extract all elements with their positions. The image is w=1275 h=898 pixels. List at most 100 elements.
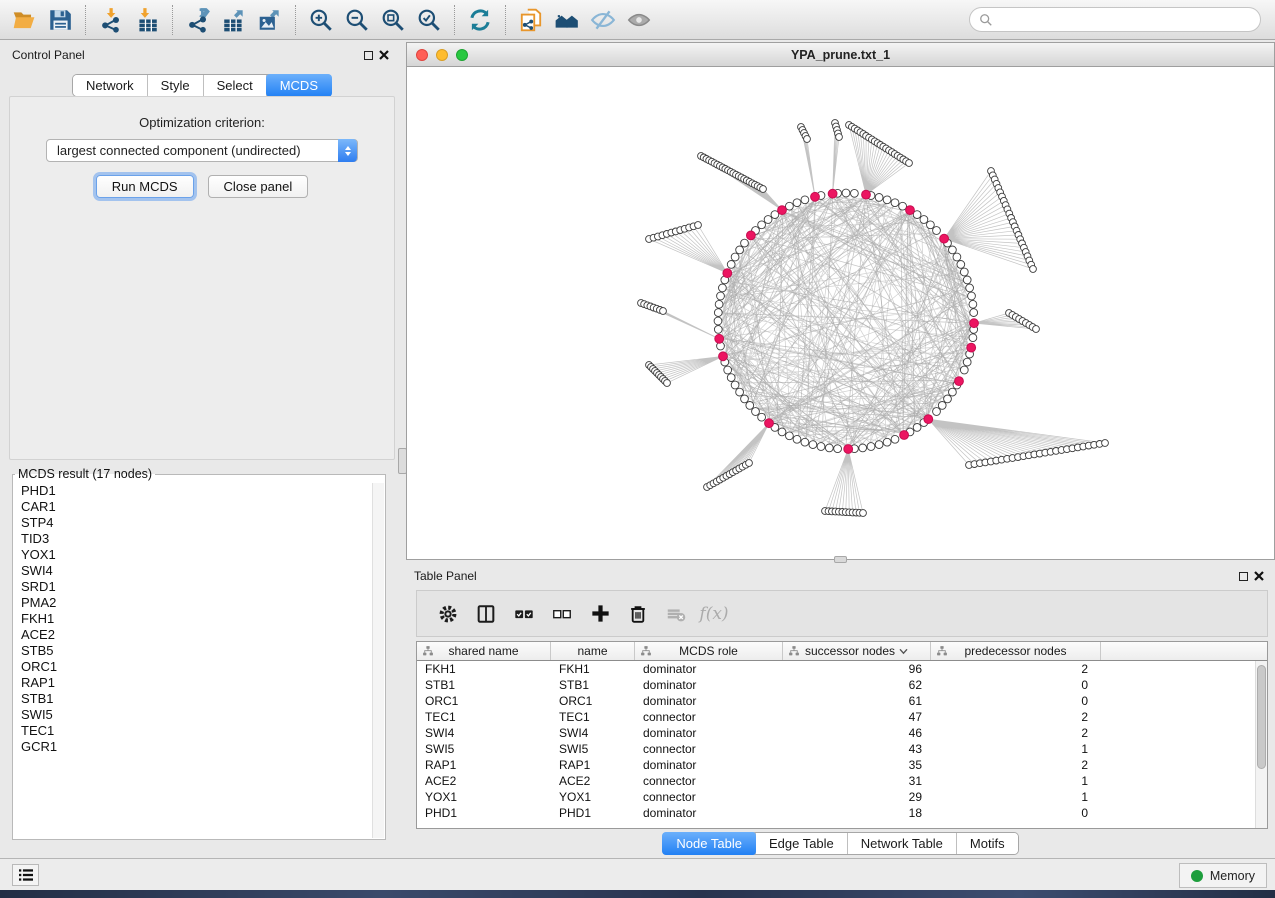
tab-mcds[interactable]: MCDS	[266, 74, 332, 97]
first-neighbors-button[interactable]	[549, 4, 585, 36]
mcds-result-item[interactable]: ORC1	[14, 659, 372, 675]
float-window-icon[interactable]	[360, 47, 376, 63]
table-row[interactable]: TEC1TEC1connector472	[417, 709, 1267, 725]
select-all-icon[interactable]	[507, 597, 541, 631]
float-window-icon[interactable]	[1235, 568, 1251, 584]
tab-select[interactable]: Select	[204, 75, 267, 96]
mcds-result-item[interactable]: STP4	[14, 515, 372, 531]
close-panel-button[interactable]: Close panel	[208, 175, 309, 198]
deselect-all-icon[interactable]	[545, 597, 579, 631]
mcds-result-item[interactable]: RAP1	[14, 675, 372, 691]
memory-status-icon	[1191, 870, 1203, 882]
network-graph[interactable]	[407, 67, 1274, 559]
close-window-icon[interactable]	[1251, 568, 1267, 584]
table-cell: ORC1	[551, 693, 635, 709]
mcds-result-item[interactable]: FKH1	[14, 611, 372, 627]
mcds-result-item[interactable]: PMA2	[14, 595, 372, 611]
select-stepper-icon	[338, 139, 357, 162]
show-columns-icon[interactable]	[469, 597, 503, 631]
criterion-select[interactable]: largest connected component (undirected)	[46, 139, 358, 162]
duplicate-network-button[interactable]	[513, 4, 549, 36]
run-mcds-button[interactable]: Run MCDS	[96, 175, 194, 198]
add-icon[interactable]	[583, 597, 617, 631]
mcds-result-item[interactable]: TEC1	[14, 723, 372, 739]
show-all-button[interactable]	[621, 4, 657, 36]
mcds-tab-content: Optimization criterion: largest connecte…	[9, 96, 395, 460]
search-field[interactable]	[969, 7, 1261, 32]
tab-node-table[interactable]: Node Table	[662, 832, 757, 855]
table-panel-tabs: Node Table Edge Table Network Table Moti…	[662, 832, 1018, 855]
tab-network[interactable]: Network	[73, 75, 148, 96]
mcds-result-item[interactable]: PHD1	[14, 483, 372, 499]
mcds-result-item[interactable]: STB5	[14, 643, 372, 659]
scrollbar-thumb[interactable]	[1257, 665, 1266, 769]
table-scrollbar[interactable]	[1255, 661, 1267, 828]
table-cell: ORC1	[417, 693, 551, 709]
function-builder-icon[interactable]: f(x)	[697, 597, 731, 631]
tab-style[interactable]: Style	[148, 75, 204, 96]
save-session-button[interactable]	[42, 4, 78, 36]
hierarchy-icon	[788, 645, 800, 657]
table-cell: dominator	[635, 725, 783, 741]
delete-table-icon[interactable]	[659, 597, 693, 631]
result-list-scrollbar[interactable]	[372, 483, 384, 838]
task-history-button[interactable]	[12, 864, 39, 886]
mcds-result-item[interactable]: SWI4	[14, 563, 372, 579]
mcds-result-item[interactable]: SWI5	[14, 707, 372, 723]
table-row[interactable]: ACE2ACE2connector311	[417, 773, 1267, 789]
column-header-name[interactable]: name	[551, 642, 635, 660]
export-image-button[interactable]	[252, 4, 288, 36]
column-header-predecessor-nodes[interactable]: predecessor nodes	[931, 642, 1101, 660]
table-panel-header: Table Panel	[406, 565, 1275, 587]
tab-edge-table[interactable]: Edge Table	[756, 833, 848, 854]
table-row[interactable]: RAP1RAP1dominator352	[417, 757, 1267, 773]
open-file-button[interactable]	[6, 4, 42, 36]
table-row[interactable]: STB1STB1dominator620	[417, 677, 1267, 693]
hide-selected-button[interactable]	[585, 4, 621, 36]
tab-motifs[interactable]: Motifs	[957, 833, 1018, 854]
column-header-successor-nodes[interactable]: successor nodes	[783, 642, 931, 660]
export-table-button[interactable]	[216, 4, 252, 36]
column-header-mcds-role[interactable]: MCDS role	[635, 642, 783, 660]
mcds-result-item[interactable]: SRD1	[14, 579, 372, 595]
import-network-button[interactable]	[93, 4, 129, 36]
tab-network-table[interactable]: Network Table	[848, 833, 957, 854]
search-input[interactable]	[999, 13, 1251, 27]
table-cell: dominator	[635, 757, 783, 773]
import-table-button[interactable]	[129, 4, 165, 36]
control-panel-title: Control Panel	[12, 48, 85, 62]
export-network-button[interactable]	[180, 4, 216, 36]
horizontal-splitter-handle[interactable]	[834, 556, 847, 563]
mcds-result-item[interactable]: GCR1	[14, 739, 372, 755]
mcds-result-item[interactable]: YOX1	[14, 547, 372, 563]
settings-gear-icon[interactable]	[431, 597, 465, 631]
table-row[interactable]: SWI5SWI5connector431	[417, 741, 1267, 757]
mcds-result-item[interactable]: TID3	[14, 531, 372, 547]
table-cell: TEC1	[551, 709, 635, 725]
close-window-icon[interactable]	[376, 47, 392, 63]
refresh-button[interactable]	[462, 4, 498, 36]
zoom-selected-button[interactable]	[411, 4, 447, 36]
table-row[interactable]: PHD1PHD1dominator180	[417, 805, 1267, 821]
zoom-fit-button[interactable]	[375, 4, 411, 36]
table-row[interactable]: FKH1FKH1dominator962	[417, 661, 1267, 677]
table-cell: STB1	[551, 677, 635, 693]
table-cell: dominator	[635, 805, 783, 821]
table-cell: RAP1	[551, 757, 635, 773]
delete-icon[interactable]	[621, 597, 655, 631]
mcds-result-item[interactable]: STB1	[14, 691, 372, 707]
toolbar-separator	[505, 5, 506, 35]
memory-button[interactable]: Memory	[1179, 863, 1267, 888]
mcds-result-item[interactable]: CAR1	[14, 499, 372, 515]
mcds-result-box: MCDS result (17 nodes) PHD1CAR1STP4TID3Y…	[12, 467, 386, 840]
table-row[interactable]: YOX1YOX1connector291	[417, 789, 1267, 805]
network-window-titlebar[interactable]: YPA_prune.txt_1	[407, 43, 1274, 67]
table-row[interactable]: ORC1ORC1dominator610	[417, 693, 1267, 709]
table-cell: SWI5	[417, 741, 551, 757]
zoom-out-button[interactable]	[339, 4, 375, 36]
table-row[interactable]: SWI4SWI4dominator462	[417, 725, 1267, 741]
table-cell: 1	[931, 789, 1101, 805]
column-header-shared-name[interactable]: shared name	[417, 642, 551, 660]
zoom-in-button[interactable]	[303, 4, 339, 36]
mcds-result-item[interactable]: ACE2	[14, 627, 372, 643]
